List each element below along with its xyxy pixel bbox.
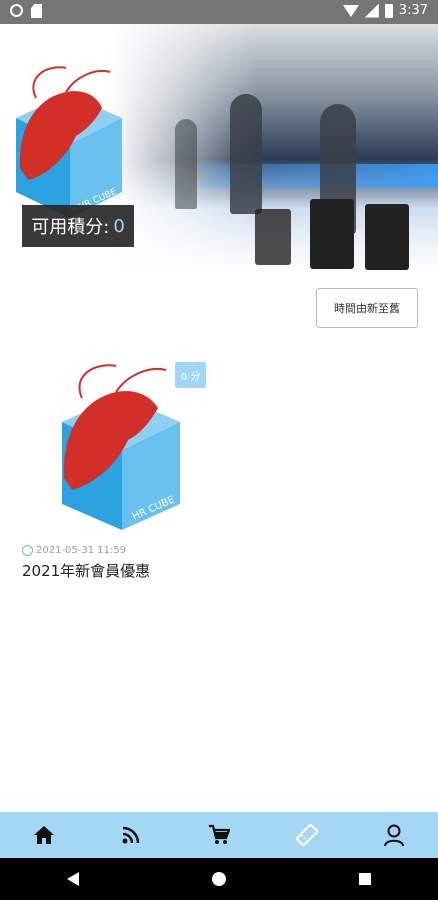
- coupon-date-row: 2021-05-31 11:59: [22, 545, 126, 556]
- points-label: 可用積分:: [31, 217, 110, 238]
- coupon-card[interactable]: HR CUBE 0 分 2021-05-31 11:59 2021年新會員優惠: [22, 350, 222, 590]
- person-figure: [175, 119, 197, 209]
- system-home-button[interactable]: [189, 858, 249, 900]
- clock-time: 3:37: [398, 3, 428, 18]
- nav-home[interactable]: [14, 812, 74, 858]
- sd-card-icon: [31, 4, 42, 18]
- system-back-button[interactable]: [43, 858, 103, 900]
- rss-feed-icon: [122, 826, 140, 844]
- coupon-points-tag: 0 分: [175, 362, 206, 388]
- bottom-nav: [0, 812, 438, 858]
- coupon-title: 2021年新會員優惠: [22, 562, 151, 580]
- cart-icon: [208, 824, 230, 844]
- back-icon: [67, 872, 79, 886]
- system-recents-button[interactable]: [335, 858, 395, 900]
- coupon-date: 2021-05-31 11:59: [36, 545, 127, 556]
- status-bar: 3:37: [0, 0, 438, 24]
- ticket-icon: [295, 823, 318, 847]
- clock-icon: [22, 545, 33, 556]
- stool: [255, 209, 291, 265]
- sort-button[interactable]: 時間由新至舊: [316, 288, 418, 328]
- nav-feed[interactable]: [101, 812, 161, 858]
- notification-dot-icon: [10, 4, 23, 17]
- signal-icon: [364, 3, 379, 18]
- stool: [310, 199, 354, 269]
- available-points-badge: 可用積分: 0: [22, 205, 134, 247]
- person-figure: [230, 94, 262, 214]
- battery-icon: [384, 3, 393, 18]
- home-icon: [33, 826, 54, 844]
- home-circle-icon: [212, 872, 226, 886]
- sort-button-label: 時間由新至舊: [334, 302, 400, 315]
- recents-icon: [359, 873, 371, 885]
- points-value: 0: [113, 215, 125, 237]
- system-nav-bar: [0, 858, 438, 900]
- nav-profile[interactable]: [364, 812, 424, 858]
- nav-cart[interactable]: [189, 812, 249, 858]
- user-icon: [384, 824, 405, 847]
- nav-coupons[interactable]: [277, 812, 337, 858]
- wifi-icon: [342, 4, 359, 17]
- stool: [365, 204, 409, 270]
- hero-banner: HR CUBE 可用積分: 0: [0, 24, 438, 270]
